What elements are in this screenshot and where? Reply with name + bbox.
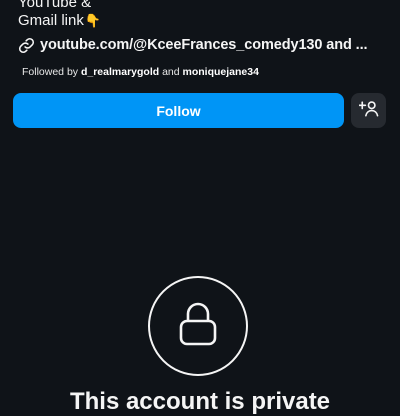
followed-by-prefix: Followed by xyxy=(22,66,81,78)
bio-line-2: Gmail link👇 xyxy=(18,12,101,30)
lock-icon xyxy=(178,302,218,351)
bio-link[interactable]: youtube.com/@KceeFrances_comedy130 and .… xyxy=(18,35,368,55)
bio-line-1: YouTube & xyxy=(18,0,92,11)
link-text[interactable]: youtube.com/@KceeFrances_comedy130 and .… xyxy=(40,37,368,53)
bio-line-2-text: Gmail link xyxy=(18,12,84,29)
private-account-title: This account is private xyxy=(69,388,331,415)
follower-username-1[interactable]: d_realmarygold xyxy=(81,66,159,78)
add-person-icon xyxy=(357,99,379,122)
private-lock-badge xyxy=(148,276,248,376)
follow-button[interactable]: Follow xyxy=(13,93,344,128)
followed-by[interactable]: Followed by d_realmarygold and moniqueja… xyxy=(22,66,259,78)
link-icon xyxy=(18,37,35,54)
pointing-down-hand-icon: 👇 xyxy=(84,13,102,28)
followed-by-conjunction: and xyxy=(159,66,183,78)
follower-username-2[interactable]: moniquejane34 xyxy=(183,66,259,78)
suggested-accounts-button[interactable] xyxy=(351,93,386,128)
